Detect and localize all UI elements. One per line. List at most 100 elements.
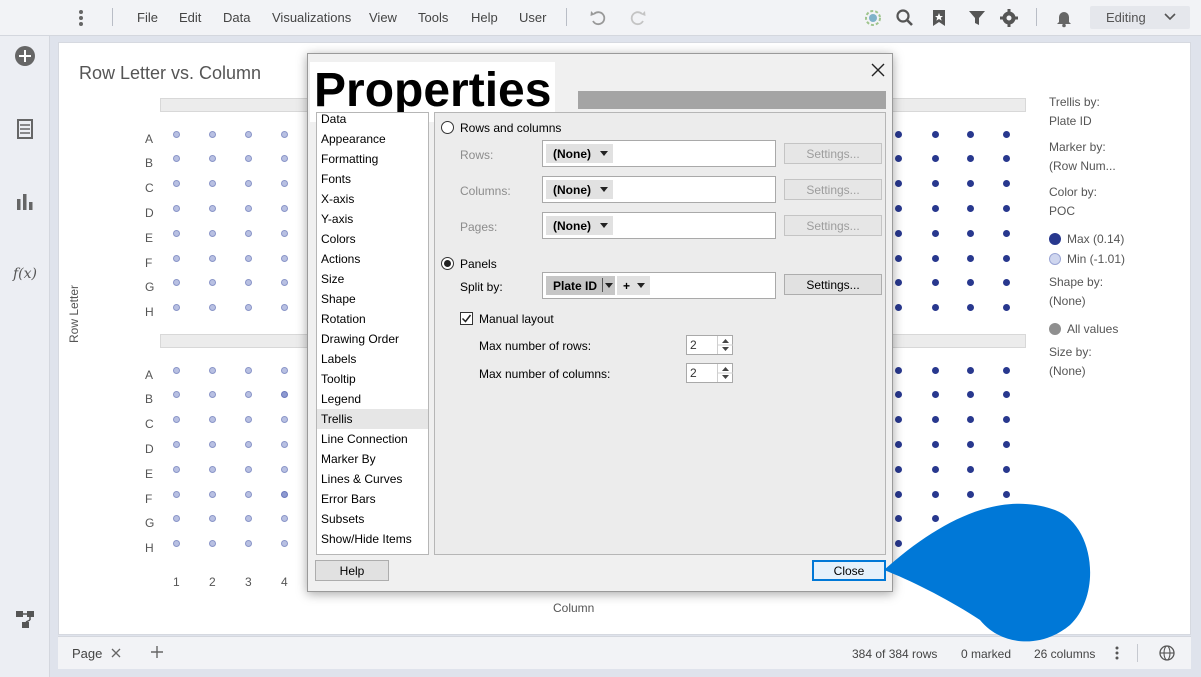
- scatter-marker[interactable]: [281, 155, 288, 162]
- scatter-marker[interactable]: [209, 466, 216, 473]
- legend-color-value[interactable]: POC: [1049, 204, 1075, 218]
- data-table-icon[interactable]: [14, 118, 36, 140]
- scatter-marker[interactable]: [932, 304, 939, 311]
- nav-item-appearance[interactable]: Appearance: [317, 129, 428, 149]
- nav-item-size[interactable]: Size: [317, 269, 428, 289]
- scatter-marker[interactable]: [932, 416, 939, 423]
- pages-selector[interactable]: (None): [542, 212, 776, 239]
- scatter-marker[interactable]: [967, 255, 974, 262]
- nav-item-error-bars[interactable]: Error Bars: [317, 489, 428, 509]
- legend-shape-value[interactable]: (None): [1049, 294, 1086, 308]
- scatter-marker[interactable]: [895, 230, 902, 237]
- scatter-marker[interactable]: [173, 466, 180, 473]
- scatter-marker[interactable]: [173, 367, 180, 374]
- nav-item-formatting[interactable]: Formatting: [317, 149, 428, 169]
- close-button[interactable]: Close: [812, 560, 886, 581]
- max-rows-stepper[interactable]: 2: [686, 335, 733, 355]
- scatter-marker[interactable]: [173, 279, 180, 286]
- scatter-marker[interactable]: [173, 255, 180, 262]
- scatter-marker[interactable]: [1003, 255, 1010, 262]
- globe-icon[interactable]: [1158, 644, 1176, 662]
- scatter-marker[interactable]: [932, 491, 939, 498]
- more-options-icon[interactable]: [1113, 645, 1121, 661]
- filter-icon[interactable]: [966, 7, 988, 29]
- scatter-marker[interactable]: [281, 180, 288, 187]
- nav-item-lines-curves[interactable]: Lines & Curves: [317, 469, 428, 489]
- bar-chart-icon[interactable]: [14, 190, 36, 212]
- scatter-marker[interactable]: [932, 230, 939, 237]
- rows-and-columns-radio[interactable]: [441, 121, 454, 134]
- search-icon[interactable]: [894, 7, 916, 29]
- scatter-marker[interactable]: [932, 205, 939, 212]
- scatter-marker[interactable]: [281, 279, 288, 286]
- rows-selector[interactable]: (None): [542, 140, 776, 167]
- scatter-marker[interactable]: [967, 416, 974, 423]
- scatter-marker[interactable]: [967, 466, 974, 473]
- nav-item-x-axis[interactable]: X-axis: [317, 189, 428, 209]
- scatter-marker[interactable]: [281, 491, 288, 498]
- mode-selector[interactable]: Editing: [1090, 6, 1190, 29]
- scatter-marker[interactable]: [932, 279, 939, 286]
- scatter-marker[interactable]: [1003, 304, 1010, 311]
- scatter-marker[interactable]: [1003, 131, 1010, 138]
- scatter-marker[interactable]: [967, 279, 974, 286]
- scatter-marker[interactable]: [967, 230, 974, 237]
- scatter-marker[interactable]: [245, 230, 252, 237]
- scatter-marker[interactable]: [245, 131, 252, 138]
- scatter-marker[interactable]: [281, 540, 288, 547]
- panels-settings-button[interactable]: Settings...: [784, 274, 882, 295]
- nav-item-y-axis[interactable]: Y-axis: [317, 209, 428, 229]
- scatter-marker[interactable]: [209, 491, 216, 498]
- nav-item-shape[interactable]: Shape: [317, 289, 428, 309]
- nav-item-drawing-order[interactable]: Drawing Order: [317, 329, 428, 349]
- nav-item-actions[interactable]: Actions: [317, 249, 428, 269]
- scatter-marker[interactable]: [967, 367, 974, 374]
- scatter-marker[interactable]: [932, 255, 939, 262]
- scatter-marker[interactable]: [173, 540, 180, 547]
- nav-item-colors[interactable]: Colors: [317, 229, 428, 249]
- scatter-marker[interactable]: [932, 180, 939, 187]
- gear-icon[interactable]: [998, 7, 1020, 29]
- scatter-marker[interactable]: [173, 491, 180, 498]
- scatter-marker[interactable]: [1003, 230, 1010, 237]
- scatter-marker[interactable]: [932, 466, 939, 473]
- menu-view[interactable]: View: [369, 10, 397, 25]
- scatter-marker[interactable]: [967, 205, 974, 212]
- scatter-marker[interactable]: [281, 304, 288, 311]
- scatter-marker[interactable]: [967, 131, 974, 138]
- scatter-marker[interactable]: [209, 131, 216, 138]
- scatter-marker[interactable]: [1003, 205, 1010, 212]
- split-by-selector[interactable]: Plate ID +: [542, 272, 776, 299]
- scatter-marker[interactable]: [281, 391, 288, 398]
- scatter-marker[interactable]: [209, 540, 216, 547]
- data-flow-icon[interactable]: [14, 608, 36, 630]
- scatter-marker[interactable]: [932, 155, 939, 162]
- scatter-marker[interactable]: [245, 367, 252, 374]
- scatter-marker[interactable]: [895, 367, 902, 374]
- scatter-marker[interactable]: [245, 515, 252, 522]
- scatter-marker[interactable]: [967, 304, 974, 311]
- nav-item-tooltip[interactable]: Tooltip: [317, 369, 428, 389]
- scatter-marker[interactable]: [281, 367, 288, 374]
- scatter-marker[interactable]: [173, 441, 180, 448]
- scatter-marker[interactable]: [245, 255, 252, 262]
- scatter-marker[interactable]: [895, 441, 902, 448]
- menu-tools[interactable]: Tools: [418, 10, 448, 25]
- scatter-marker[interactable]: [173, 304, 180, 311]
- scatter-marker[interactable]: [932, 367, 939, 374]
- menu-data[interactable]: Data: [223, 10, 250, 25]
- columns-selector[interactable]: (None): [542, 176, 776, 203]
- menu-edit[interactable]: Edit: [179, 10, 201, 25]
- page-tab-label[interactable]: Page: [72, 646, 102, 661]
- scatter-marker[interactable]: [245, 540, 252, 547]
- scatter-marker[interactable]: [281, 515, 288, 522]
- nav-item-line-connection[interactable]: Line Connection: [317, 429, 428, 449]
- scatter-marker[interactable]: [895, 131, 902, 138]
- pages-settings-button[interactable]: Settings...: [784, 215, 882, 236]
- scatter-marker[interactable]: [209, 515, 216, 522]
- recommendations-icon[interactable]: [862, 7, 884, 29]
- scatter-marker[interactable]: [245, 391, 252, 398]
- scatter-marker[interactable]: [209, 230, 216, 237]
- nav-item-subsets[interactable]: Subsets: [317, 509, 428, 529]
- scatter-marker[interactable]: [967, 441, 974, 448]
